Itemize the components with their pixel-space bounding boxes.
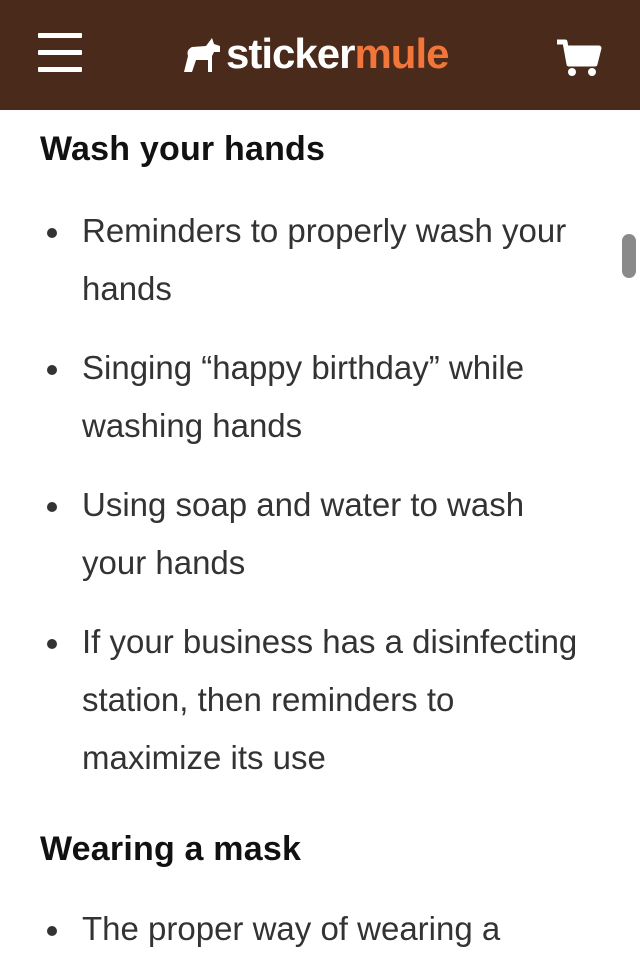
- list-item: Singing “happy birthday” while washing h…: [40, 339, 582, 455]
- hamburger-menu-icon[interactable]: [38, 33, 82, 73]
- section-heading-wash-hands: Wash your hands: [40, 130, 326, 168]
- shopping-cart-icon[interactable]: [555, 38, 603, 78]
- scrollbar-thumb[interactable]: [622, 234, 636, 278]
- top-navigation-bar: sticker mule: [0, 0, 640, 110]
- menu-bar-line: [38, 50, 82, 55]
- list-item: The proper way of wearing a: [40, 900, 582, 958]
- wearing-mask-list: The proper way of wearing a: [40, 900, 582, 979]
- stickermule-logo[interactable]: sticker mule: [180, 26, 449, 82]
- menu-bar-line: [38, 33, 82, 38]
- list-item: Using soap and water to wash your hands: [40, 476, 582, 592]
- logo-word-mule: mule: [354, 30, 449, 77]
- logo-word-sticker: sticker: [226, 30, 355, 77]
- section-heading-wearing-mask: Wearing a mask: [40, 830, 302, 868]
- mule-icon: [184, 38, 220, 72]
- list-item: If your business has a disinfecting stat…: [40, 613, 582, 787]
- wash-hands-list: Reminders to properly wash your hands Si…: [40, 202, 582, 808]
- list-item: Reminders to properly wash your hands: [40, 202, 582, 318]
- menu-bar-line: [38, 67, 82, 72]
